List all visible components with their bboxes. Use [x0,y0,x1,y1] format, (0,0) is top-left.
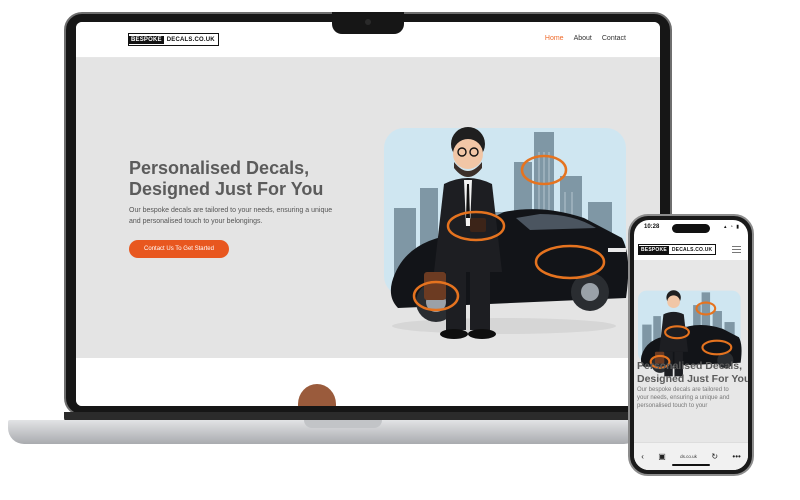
status-icons: ▴ ◔ ▮ [723,224,740,230]
hero-title: Personalised Decals, Designed Just For Y… [129,158,349,200]
laptop-base [8,420,640,444]
hero-description-line: Our bespoke decals are tailored to your … [129,207,333,214]
hero-illustration [384,127,629,339]
phone-hero-description-line: personalised touch to your [637,403,708,409]
main-nav: Home About Contact [545,35,626,42]
site-logo[interactable]: BESPOKE DECALS.CO.UK [128,33,219,46]
hamburger-icon[interactable] [732,246,741,253]
status-time: 10:28 [644,224,660,230]
logo-part-bespoke: BESPOKE [129,35,164,44]
phone-hero-title-line: Designed Just For You [637,372,748,385]
laptop-screen: BESPOKE DECALS.CO.UK Home About Contact … [76,22,660,406]
nav-contact[interactable]: Contact [602,35,626,42]
phone-hero-title: Personalised Decals, Designed Just For Y… [637,360,748,385]
nav-about[interactable]: About [574,35,592,42]
logo-part-bespoke: BESPOKE [639,245,669,254]
hero-description-line: and personalised touch to your belonging… [129,217,263,225]
hero-description: Our bespoke decals are tailored to your … [129,206,369,227]
car-decal-strip [608,248,626,252]
phone-hero-title-line: Personalised Decals, [637,360,743,372]
phone-screen: 10:28 ▴ ◔ ▮ BESPOKE DECALS.CO.UK Persona… [634,220,748,470]
hero-title-line: Designed Just For You [129,179,324,199]
phone-site-logo[interactable]: BESPOKE DECALS.CO.UK [638,244,717,255]
logo-part-domain: DECALS.CO.UK [668,245,716,254]
laptop-groove [304,420,382,428]
laptop-notch [332,12,404,34]
character-face [453,139,483,169]
nav-home[interactable]: Home [545,35,564,42]
tabs-icon[interactable]: ▣ [658,452,666,461]
next-section-illustration-peek [298,384,336,406]
character-briefcase [424,272,446,300]
contact-cta-button[interactable]: Contact Us To Get Started [129,240,229,258]
reload-icon[interactable]: ↻ [711,452,718,461]
phone-hero-description-line: your needs, ensuring a unique and [637,395,730,401]
home-indicator [672,464,710,466]
more-icon[interactable]: ••• [732,452,740,461]
back-arrow-icon[interactable]: ‹ [641,452,644,461]
next-section [76,358,660,406]
address-bar[interactable]: ds.co.uk [680,454,697,459]
character-phone [470,218,486,232]
ground-shadow [392,318,616,334]
logo-part-domain: DECALS.CO.UK [163,35,218,44]
hero-title-line: Personalised Decals, [129,158,310,178]
phone-hero-description-line: Our bespoke decals are tailored to [637,387,729,393]
dynamic-island [672,224,710,233]
character-leg-right [470,272,490,330]
hero-section: Personalised Decals, Designed Just For Y… [76,58,660,358]
device-mockup: BESPOKE DECALS.CO.UK Home About Contact … [0,0,800,500]
phone-hero-description: Our bespoke decals are tailored to your … [637,386,747,410]
camera-icon [365,19,371,25]
